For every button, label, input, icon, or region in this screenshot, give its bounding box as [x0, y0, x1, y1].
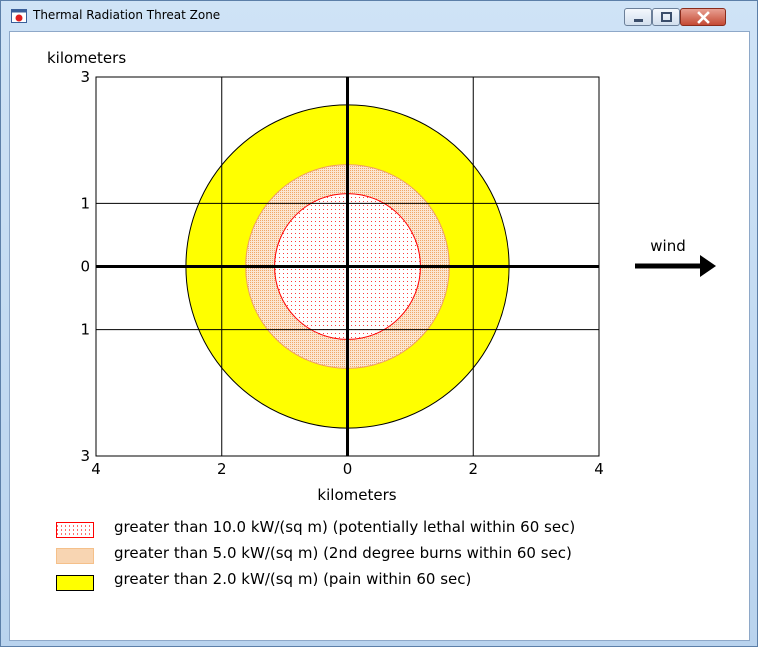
legend-label-pain: greater than 2.0 kW/(sq m) (pain within … [114, 570, 472, 588]
minimize-icon [634, 19, 643, 22]
y-axis-unit-label: kilometers [47, 49, 126, 67]
x-tick-label: 2 [468, 460, 478, 478]
close-icon [697, 11, 710, 24]
y-tick-label: 0 [80, 258, 90, 276]
x-tick-label: 0 [343, 460, 353, 478]
legend-swatch-burns [56, 548, 94, 564]
x-tick-label: 2 [217, 460, 227, 478]
legend-label-lethal: greater than 10.0 kW/(sq m) (potentially… [114, 518, 576, 536]
legend-swatch-lethal [56, 522, 94, 538]
window-title: Thermal Radiation Threat Zone [33, 8, 221, 22]
legend-swatch-pain [56, 575, 94, 591]
y-tick-label: 1 [80, 194, 90, 212]
x-tick-label: 4 [594, 460, 604, 478]
close-button[interactable] [680, 8, 726, 26]
title-bar[interactable]: Thermal Radiation Threat Zone [1, 1, 757, 31]
legend-label-burns: greater than 5.0 kW/(sq m) (2nd degree b… [114, 544, 572, 562]
maximize-icon [661, 12, 672, 22]
y-tick-label: 3 [80, 447, 90, 465]
wind-arrow-icon [635, 255, 716, 277]
x-tick-label: 4 [91, 460, 101, 478]
wind-label: wind [650, 237, 685, 255]
client-area: kilometers kilometers 3 1 0 1 3 4 2 0 2 4 wind g… [9, 31, 750, 641]
minimize-button[interactable] [624, 8, 652, 26]
app-icon [11, 9, 27, 23]
y-tick-label: 3 [80, 68, 90, 86]
y-tick-label: 1 [80, 321, 90, 339]
app-window: Thermal Radiation Threat Zone kilometers… [0, 0, 758, 647]
maximize-button[interactable] [652, 8, 680, 26]
x-axis-unit-label: kilometers [317, 486, 396, 504]
